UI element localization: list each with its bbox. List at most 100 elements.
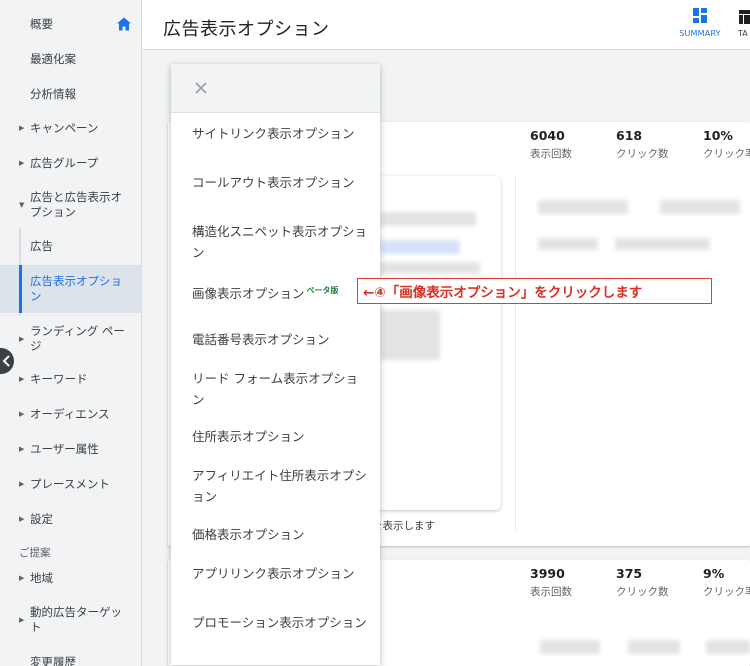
extension-type-menu: サイトリンク表示オプション コールアウト表示オプション 構造化スニペット表示オプ… bbox=[171, 64, 380, 665]
blurred-image bbox=[380, 310, 440, 360]
close-icon[interactable] bbox=[194, 81, 208, 95]
caret-right-icon: ▶ bbox=[19, 445, 25, 453]
sidebar-item-recommendations[interactable]: 最適化案 bbox=[0, 49, 141, 69]
sidebar-item-label: キーワード bbox=[30, 371, 88, 386]
blurred-text bbox=[628, 640, 680, 654]
menu-item-price[interactable]: 価格表示オプション bbox=[192, 524, 367, 545]
beta-badge: ベータ版 bbox=[306, 286, 339, 295]
stat-caption: クリック数 bbox=[616, 148, 669, 160]
caret-right-icon: ▶ bbox=[19, 159, 25, 167]
stat-caption: 表示回数 bbox=[530, 148, 572, 160]
stat-impressions: 6040 表示回数 bbox=[530, 128, 572, 161]
stat-value: 6040 bbox=[530, 128, 565, 143]
selected-indicator bbox=[19, 265, 22, 313]
sidebar-item-campaigns[interactable]: ▶ キャンペーン bbox=[0, 118, 141, 138]
sidebar: 概要 最適化案 分析情報 ▶ キャンペーン ▶ 広告グループ ▼ 広告と広告表示… bbox=[0, 0, 142, 666]
sidebar-item-ads[interactable]: 広告 bbox=[0, 236, 141, 256]
sidebar-item-label: 地域 bbox=[30, 570, 53, 585]
stat-ctr: 10% クリック率 bbox=[703, 128, 750, 161]
sidebar-item-label: キャンペーン bbox=[30, 120, 99, 135]
chevron-left-icon bbox=[2, 355, 10, 367]
sidebar-item-demographics[interactable]: ▶ ユーザー属性 bbox=[0, 439, 141, 459]
sidebar-item-dynamic-ad-targets[interactable]: ▶ 動的広告ターゲット bbox=[0, 603, 130, 637]
sidebar-item-change-history[interactable]: 変更履歴 bbox=[0, 652, 141, 666]
stat-ctr: 9% クリック率 bbox=[703, 566, 750, 599]
sidebar-item-landing-pages[interactable]: ▶ ランディング ページ bbox=[0, 322, 132, 356]
menu-item-promotion[interactable]: プロモーション表示オプション bbox=[192, 612, 367, 633]
caret-right-icon: ▶ bbox=[19, 335, 25, 343]
sidebar-item-placements[interactable]: ▶ プレースメント bbox=[0, 474, 141, 494]
stat-clicks: 618 クリック数 bbox=[616, 128, 669, 161]
menu-item-callout[interactable]: コールアウト表示オプション bbox=[192, 172, 367, 193]
blurred-text bbox=[380, 262, 480, 274]
stat-clicks: 375 クリック数 bbox=[616, 566, 669, 599]
caret-right-icon: ▶ bbox=[19, 375, 25, 383]
caret-right-icon: ▶ bbox=[19, 616, 25, 624]
sidebar-item-label: プレースメント bbox=[30, 476, 110, 491]
section-title-suggestions: ご提案 bbox=[19, 547, 51, 559]
menu-item-app[interactable]: アプリリンク表示オプション bbox=[192, 563, 367, 584]
sidebar-item-label: ユーザー属性 bbox=[30, 441, 99, 456]
menu-item-sitelink[interactable]: サイトリンク表示オプション bbox=[192, 123, 367, 144]
table-icon bbox=[739, 10, 750, 24]
sidebar-item-label: 広告グループ bbox=[30, 155, 99, 170]
caret-right-icon: ▶ bbox=[19, 515, 25, 523]
menu-item-location[interactable]: 住所表示オプション bbox=[192, 426, 367, 447]
caret-right-icon: ▶ bbox=[19, 124, 25, 132]
menu-item-affiliate-location[interactable]: アフィリエイト住所表示オプション bbox=[192, 465, 367, 507]
blurred-text bbox=[380, 212, 476, 226]
sidebar-item-audiences[interactable]: ▶ オーディエンス bbox=[0, 404, 141, 424]
summary-view-button[interactable]: SUMMARY bbox=[676, 8, 724, 46]
sidebar-item-label: 設定 bbox=[30, 511, 53, 526]
dashboard-grid-icon bbox=[693, 8, 707, 23]
stat-value: 618 bbox=[616, 128, 643, 143]
blurred-text bbox=[538, 200, 628, 214]
blurred-link bbox=[380, 240, 460, 254]
stat-impressions: 3990 表示回数 bbox=[530, 566, 572, 599]
stat-caption: クリック率 bbox=[703, 586, 750, 598]
sidebar-item-keywords[interactable]: ▶ キーワード bbox=[0, 369, 141, 389]
sidebar-item-insights[interactable]: 分析情報 bbox=[0, 84, 141, 104]
stat-caption: 表示回数 bbox=[530, 586, 572, 598]
stat-value: 3990 bbox=[530, 566, 565, 581]
sidebar-item-label: 広告 bbox=[30, 238, 53, 253]
menu-item-structured-snippet[interactable]: 構造化スニペット表示オプション bbox=[192, 221, 367, 263]
page-title: 広告表示オプション bbox=[163, 19, 330, 40]
sidebar-item-overview[interactable]: 概要 bbox=[0, 14, 141, 34]
menu-header bbox=[171, 64, 380, 113]
instruction-callout: ←④「画像表示オプション」をクリックします bbox=[357, 278, 712, 304]
sidebar-item-label: 変更履歴 bbox=[30, 654, 76, 666]
table-view-label: TA bbox=[738, 29, 748, 38]
sidebar-item-label: 分析情報 bbox=[30, 86, 76, 101]
menu-item-lead-form[interactable]: リード フォーム表示オプション bbox=[192, 368, 367, 410]
caret-right-icon: ▶ bbox=[19, 410, 25, 418]
page-header: 広告表示オプション SUMMARY TA bbox=[142, 0, 750, 50]
menu-item-call[interactable]: 電話番号表示オプション bbox=[192, 329, 367, 350]
stat-value: 375 bbox=[616, 566, 643, 581]
sidebar-item-label: オーディエンス bbox=[30, 406, 110, 421]
sidebar-item-locations[interactable]: ▶ 地域 bbox=[0, 568, 141, 588]
blurred-text bbox=[540, 640, 600, 654]
stat-caption: クリック数 bbox=[616, 586, 669, 598]
blurred-text bbox=[660, 200, 740, 214]
blurred-text bbox=[615, 238, 710, 250]
menu-item-label: 画像表示オプション bbox=[192, 286, 305, 302]
stat-value: 9% bbox=[703, 566, 725, 581]
preview-footnote: を表示します bbox=[372, 520, 435, 532]
blurred-text bbox=[538, 238, 598, 250]
sidebar-item-settings[interactable]: ▶ 設定 bbox=[0, 509, 141, 529]
home-icon bbox=[117, 17, 131, 31]
stat-value: 10% bbox=[703, 128, 733, 143]
caret-down-icon: ▼ bbox=[19, 201, 25, 209]
divider bbox=[515, 176, 516, 532]
summary-view-label: SUMMARY bbox=[679, 29, 721, 38]
table-view-button[interactable]: TA bbox=[736, 8, 750, 46]
instruction-text: ←④「画像表示オプション」をクリックします bbox=[363, 285, 643, 301]
blurred-text bbox=[706, 640, 750, 654]
sidebar-item-label: 概要 bbox=[30, 16, 53, 31]
caret-right-icon: ▶ bbox=[19, 480, 25, 488]
menu-item-image[interactable]: 画像表示オプション ベータ版 bbox=[192, 280, 367, 304]
sidebar-item-ads-and-extensions[interactable]: ▼ 広告と広告表示オプション bbox=[0, 188, 130, 222]
sidebar-item-ad-groups[interactable]: ▶ 広告グループ bbox=[0, 153, 141, 173]
caret-right-icon: ▶ bbox=[19, 574, 25, 582]
